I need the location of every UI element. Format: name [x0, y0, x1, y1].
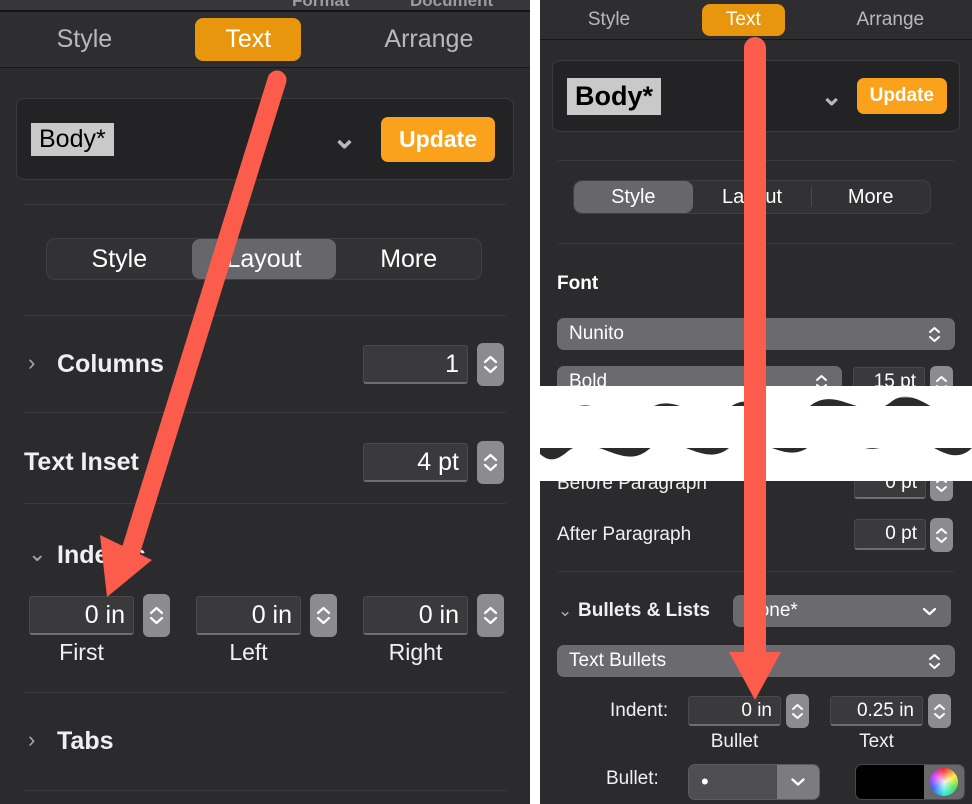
menu-item-document[interactable]: Document: [410, 0, 493, 11]
bullet-indent-stepper[interactable]: [786, 694, 809, 728]
font-family-value: Nunito: [569, 323, 624, 344]
subtab-style[interactable]: Style: [47, 239, 192, 279]
indent-left-stepper[interactable]: [310, 594, 337, 637]
divider-above-segmented: [24, 204, 506, 205]
after-paragraph-field[interactable]: 0 pt: [854, 519, 926, 550]
after-paragraph-stepper[interactable]: [930, 518, 953, 552]
divider-above-text-inset: [24, 412, 506, 413]
chevron-down-icon-bullet-glyph: [777, 765, 819, 799]
update-style-button[interactable]: Update: [381, 116, 495, 162]
panel-gutter: [530, 0, 540, 804]
font-family-dropdown[interactable]: Nunito: [557, 318, 955, 350]
bullets-preset-value: None*: [745, 600, 798, 621]
inspector-tabbar-right: Style Text Arrange: [540, 0, 972, 40]
subtab-style-right[interactable]: Style: [574, 181, 693, 213]
bullet-row-label: Bullet:: [606, 768, 659, 789]
indent-right-field[interactable]: 0 in: [363, 596, 468, 635]
tabs-disclosure-icon[interactable]: ›: [28, 729, 35, 751]
sort-arrows-icon-weight: [815, 374, 842, 391]
divider-above-indents: [24, 503, 506, 504]
text-subtab-group-left: Style Layout More: [46, 238, 482, 280]
columns-stepper[interactable]: [477, 343, 504, 386]
subtab-layout-right[interactable]: Layout: [693, 181, 812, 213]
color-wheel-button[interactable]: [924, 765, 964, 799]
tab-style[interactable]: Style: [27, 18, 143, 61]
update-style-button-right[interactable]: Update: [856, 78, 947, 114]
text-indent-field[interactable]: 0.25 in: [830, 696, 923, 726]
color-wheel-icon: [930, 768, 958, 796]
columns-disclosure-icon[interactable]: ›: [28, 352, 35, 374]
bullet-type-value: Text Bullets: [569, 650, 667, 671]
font-weight-dropdown[interactable]: Bold: [557, 366, 842, 398]
font-size-stepper[interactable]: [930, 366, 953, 400]
font-section-label: Font: [557, 273, 599, 294]
indent-first-stepper[interactable]: [143, 594, 170, 637]
sort-arrows-icon-bullet-type: [928, 653, 955, 670]
divider-above-segmented-right: [558, 160, 954, 161]
bullet-indent-label: Indent:: [610, 700, 669, 721]
after-paragraph-label: After Paragraph: [557, 524, 692, 545]
before-paragraph-stepper[interactable]: [930, 467, 953, 501]
bullets-preset-dropdown[interactable]: None*: [733, 595, 951, 627]
indents-disclosure-icon[interactable]: ⌄: [28, 543, 46, 565]
divider-above-tabs: [24, 692, 506, 693]
screenshot-stage: Format Document Style Text Arrange Body*…: [0, 0, 972, 804]
subtab-more[interactable]: More: [336, 239, 481, 279]
bullets-disclosure-icon[interactable]: ⌄: [558, 602, 572, 619]
indent-right-caption: Right: [388, 639, 443, 665]
before-paragraph-label: Before Paragraph: [557, 473, 707, 494]
paragraph-style-name: Body*: [31, 122, 114, 156]
text-indent-stepper[interactable]: [928, 694, 951, 728]
paragraph-style-name-right: Body*: [567, 77, 662, 115]
font-size-field[interactable]: 15 pt: [853, 367, 925, 398]
bullet-glyph-value: •: [701, 769, 709, 794]
indent-first-field[interactable]: 0 in: [29, 596, 134, 635]
indents-label: Indents: [57, 541, 146, 569]
format-inspector-right: Style Text Arrange Body* ⌄ Update Style …: [540, 0, 972, 804]
indent-left-field[interactable]: 0 in: [196, 596, 301, 635]
sort-arrows-icon: [928, 326, 955, 343]
text-inset-label: Text Inset: [24, 448, 139, 476]
text-inset-stepper[interactable]: [477, 441, 504, 484]
bullets-lists-label: Bullets & Lists: [578, 600, 710, 621]
indent-right-stepper[interactable]: [477, 594, 504, 637]
tabs-label: Tabs: [57, 727, 114, 755]
text-inset-value-field[interactable]: 4 pt: [363, 443, 468, 482]
bullet-color-swatch[interactable]: [856, 765, 924, 799]
tab-arrange-right[interactable]: Arrange: [832, 4, 948, 36]
paragraph-style-picker-right[interactable]: Body* ⌄ Update: [552, 60, 960, 132]
text-subtab-group-right: Style Layout More: [573, 180, 931, 214]
menu-strip: Format Document: [0, 0, 530, 12]
indent-left-caption: Left: [229, 639, 268, 665]
bullet-indent-caption: Bullet: [710, 731, 759, 752]
columns-value-field[interactable]: 1: [363, 345, 468, 384]
bullet-indent-field[interactable]: 0 in: [688, 696, 781, 726]
divider-above-bullets: [558, 571, 954, 572]
inspector-tabbar-left: Style Text Arrange: [0, 12, 530, 68]
bullet-glyph-dropdown[interactable]: •: [688, 764, 820, 800]
columns-label: Columns: [57, 350, 164, 378]
divider-below-tabs: [24, 790, 506, 791]
divider-above-font: [558, 243, 954, 244]
paragraph-style-picker[interactable]: Body* ⌄ Update: [16, 98, 514, 180]
bullet-color-well[interactable]: [855, 764, 965, 800]
subtab-more-right[interactable]: More: [811, 181, 930, 213]
divider-above-columns: [24, 315, 506, 316]
before-paragraph-field[interactable]: 0 pt: [854, 468, 926, 499]
chevron-down-icon-bullets: [922, 607, 951, 616]
bullet-type-dropdown[interactable]: Text Bullets: [557, 645, 955, 677]
menu-item-format[interactable]: Format: [292, 0, 350, 11]
tab-text[interactable]: Text: [195, 18, 302, 61]
indent-first-caption: First: [59, 639, 104, 665]
subtab-layout[interactable]: Layout: [191, 239, 337, 279]
font-weight-value: Bold: [569, 371, 608, 392]
text-indent-caption: Text: [859, 731, 894, 752]
chevron-down-icon-right[interactable]: ⌄: [821, 83, 843, 109]
tab-arrange[interactable]: Arrange: [354, 18, 503, 61]
tab-style-right[interactable]: Style: [564, 4, 654, 36]
chevron-down-icon[interactable]: ⌄: [332, 124, 357, 154]
tab-text-right[interactable]: Text: [701, 3, 785, 36]
format-inspector-left: Format Document Style Text Arrange Body*…: [0, 0, 530, 804]
